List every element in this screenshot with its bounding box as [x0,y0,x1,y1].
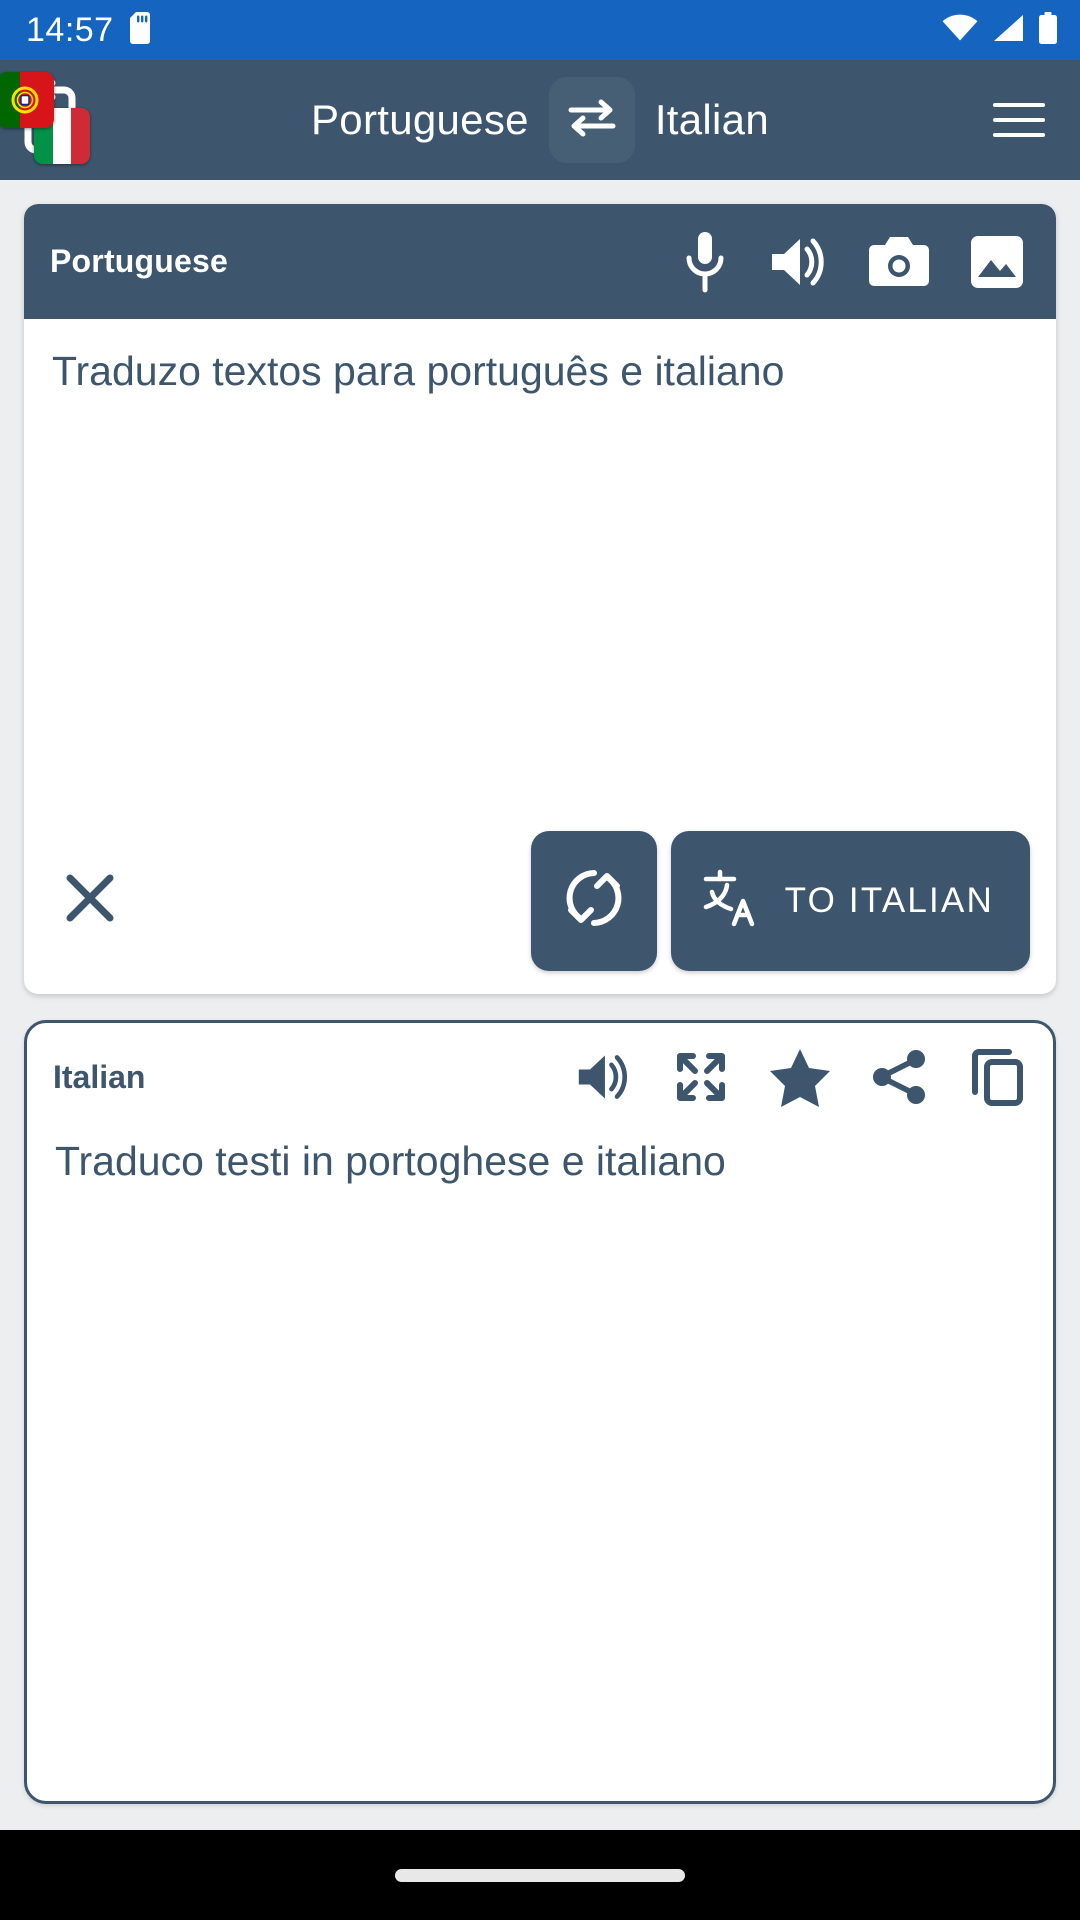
status-bar-left: 14:57 [26,11,154,49]
swap-languages-button[interactable] [548,77,635,163]
share-icon[interactable] [871,1048,929,1106]
result-card-toolbar [575,1047,1025,1107]
wifi-icon [942,14,978,47]
source-card-actions: TO ITALIAN [24,819,1056,994]
microphone-icon[interactable] [680,230,730,294]
cellular-signal-icon [992,14,1024,47]
result-text-area[interactable]: Traduco testi in portoghese e italiano [27,1131,1053,1801]
portuguese-flag-icon [0,72,54,128]
camera-icon[interactable] [868,233,930,291]
translate-actions: TO ITALIAN [530,830,1030,971]
source-text-card: Portuguese Traduzo textos para português… [24,204,1056,994]
speaker-icon[interactable] [768,232,830,292]
source-text-area[interactable]: Traduzo textos para português e italiano [24,319,1056,819]
main-content: Portuguese Traduzo textos para português… [0,180,1080,1830]
home-gesture-pill[interactable] [395,1868,685,1882]
language-pair-selector: Portuguese Italian [0,77,1080,163]
swap-text-button[interactable] [530,830,657,971]
star-icon[interactable] [769,1047,831,1107]
copy-icon[interactable] [969,1048,1025,1106]
status-bar: 14:57 [0,0,1080,60]
app-bar: Portuguese Italian [0,60,1080,180]
sd-card-icon [129,11,154,49]
source-text-value: Traduzo textos para português e italiano [52,348,785,394]
status-bar-clock: 14:57 [26,11,114,49]
translate-button[interactable]: TO ITALIAN [670,830,1030,971]
image-icon[interactable] [968,233,1026,291]
menu-line [993,133,1045,137]
result-language-label: Italian [53,1058,146,1095]
result-text-card: Italian Traduco testi in portoghese e it… [24,1020,1056,1804]
swap-horizontal-icon [565,96,619,145]
result-card-header: Italian [27,1023,1053,1131]
close-icon [64,872,116,929]
menu-line [993,118,1045,122]
translate-flags-app-icon [0,64,106,176]
sync-swap-icon [561,863,627,938]
translate-button-label: TO ITALIAN [784,880,994,920]
fullscreen-icon[interactable] [673,1049,729,1105]
status-bar-right [942,11,1058,49]
menu-line [993,103,1045,107]
clear-text-button[interactable] [50,861,130,941]
app-screen: 14:57 Portuguese Italian Portuguese Trad… [0,0,1080,1920]
source-card-toolbar [680,230,1026,294]
source-card-header: Portuguese [24,204,1056,319]
result-text-value: Traduco testi in portoghese e italiano [55,1138,726,1184]
system-navigation-bar [0,1830,1080,1920]
speaker-icon[interactable] [575,1049,633,1105]
hamburger-menu-icon[interactable] [984,85,1054,155]
source-language-label: Portuguese [50,243,229,279]
translate-icon [703,869,759,932]
battery-icon [1038,11,1058,49]
target-language-button[interactable]: Italian [645,90,779,150]
source-language-button[interactable]: Portuguese [301,90,539,150]
